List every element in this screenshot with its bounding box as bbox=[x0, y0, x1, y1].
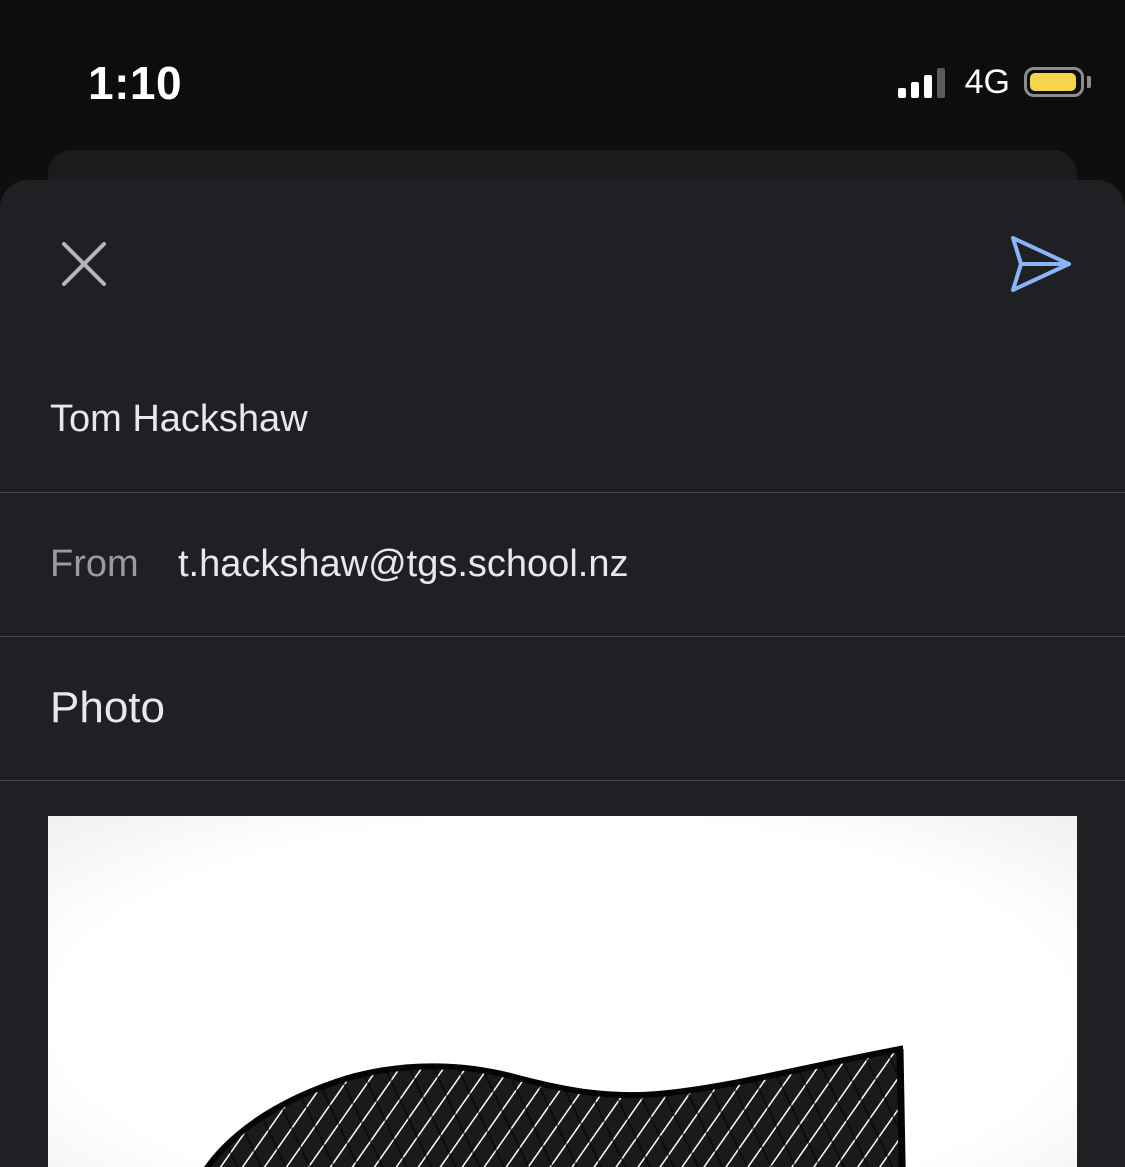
compose-sheet: Tom Hackshaw From t.hackshaw@tgs.school.… bbox=[0, 180, 1125, 1167]
close-button[interactable] bbox=[58, 238, 110, 290]
send-icon bbox=[1011, 236, 1071, 292]
signal-icon bbox=[897, 66, 945, 98]
subject-field[interactable]: Photo bbox=[50, 683, 165, 733]
to-row[interactable]: Tom Hackshaw bbox=[0, 348, 1125, 493]
battery-icon bbox=[1024, 67, 1084, 97]
to-recipient: Tom Hackshaw bbox=[50, 398, 308, 440]
status-indicators: 4G bbox=[897, 62, 1091, 102]
subject-row[interactable]: Photo bbox=[0, 637, 1125, 781]
send-button[interactable] bbox=[1009, 234, 1073, 294]
close-icon bbox=[62, 242, 106, 286]
compose-screen: 1:10 4G Tom Hackshaw From t.hackshaw@tgs… bbox=[0, 0, 1125, 1167]
from-row[interactable]: From t.hackshaw@tgs.school.nz bbox=[0, 493, 1125, 637]
from-label: From bbox=[50, 543, 139, 585]
network-label: 4G bbox=[964, 62, 1010, 101]
battery-fill bbox=[1030, 73, 1076, 91]
status-time: 1:10 bbox=[88, 57, 183, 109]
battery-cap bbox=[1087, 76, 1091, 88]
photo-sketch-image bbox=[204, 1045, 906, 1167]
attached-photo[interactable] bbox=[48, 816, 1077, 1167]
from-address: t.hackshaw@tgs.school.nz bbox=[178, 543, 629, 585]
